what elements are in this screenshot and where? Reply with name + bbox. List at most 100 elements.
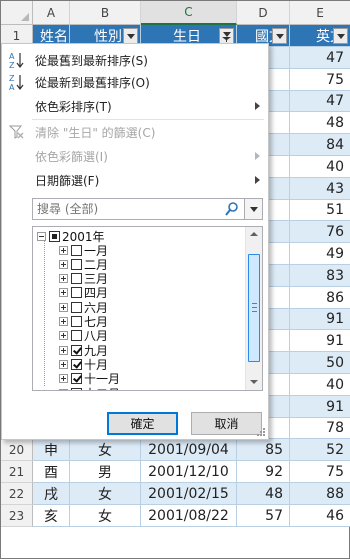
table-cell[interactable]: 申 bbox=[33, 439, 70, 461]
table-cell[interactable]: 50 bbox=[290, 352, 350, 374]
scroll-thumb[interactable] bbox=[248, 254, 260, 362]
expand-toggle-icon[interactable] bbox=[59, 245, 68, 255]
menu-sort-newest-to-oldest[interactable]: Z A 從最新到最舊排序(O) bbox=[2, 70, 268, 94]
expand-toggle-icon[interactable] bbox=[59, 259, 68, 269]
month-checkbox[interactable] bbox=[71, 358, 82, 370]
table-cell[interactable]: 92 bbox=[237, 461, 290, 483]
table-cell[interactable]: 75 bbox=[290, 69, 350, 91]
row-header[interactable]: 21 bbox=[1, 461, 33, 483]
month-checkbox[interactable] bbox=[71, 301, 82, 313]
table-cell[interactable]: 52 bbox=[290, 439, 350, 461]
expand-toggle-icon[interactable] bbox=[59, 274, 68, 284]
table-cell[interactable]: 2001/02/15 bbox=[141, 483, 237, 505]
month-checkbox[interactable] bbox=[71, 330, 82, 342]
table-cell[interactable]: 83 bbox=[290, 265, 350, 287]
table-cell[interactable]: 女 bbox=[70, 439, 141, 461]
tree-node-month[interactable]: 十二月 bbox=[59, 385, 120, 391]
column-header-b[interactable]: B bbox=[70, 1, 141, 25]
scroll-up-icon[interactable] bbox=[246, 227, 262, 243]
row-header[interactable]: 20 bbox=[1, 439, 33, 461]
tree-node-label: 十二月 bbox=[84, 385, 120, 391]
month-checkbox[interactable] bbox=[71, 387, 82, 390]
filter-dropdown-button[interactable] bbox=[272, 28, 287, 44]
month-checkbox[interactable] bbox=[71, 344, 82, 356]
month-checkbox[interactable] bbox=[71, 287, 82, 299]
resize-grip-icon[interactable] bbox=[257, 428, 265, 436]
table-cell[interactable]: 47 bbox=[290, 47, 350, 69]
select-all-corner[interactable] bbox=[1, 1, 33, 25]
table-cell[interactable]: 48 bbox=[290, 112, 350, 134]
expand-toggle-icon[interactable] bbox=[59, 302, 68, 312]
menu-sort-by-color[interactable]: 依色彩排序(T) bbox=[2, 94, 268, 118]
table-cell[interactable]: 91 bbox=[290, 396, 350, 418]
table-cell[interactable]: 75 bbox=[290, 461, 350, 483]
table-cell[interactable]: 51 bbox=[290, 200, 350, 221]
expand-toggle-icon[interactable] bbox=[59, 359, 68, 369]
expand-toggle-icon[interactable] bbox=[59, 317, 68, 326]
funnel-icon bbox=[222, 37, 231, 42]
table-cell[interactable]: 2001/12/10 bbox=[141, 461, 237, 483]
search-icon[interactable] bbox=[224, 201, 240, 217]
expand-toggle-icon[interactable] bbox=[59, 331, 68, 341]
column-header-c[interactable]: C bbox=[141, 1, 237, 25]
month-checkbox[interactable] bbox=[71, 316, 82, 327]
table-cell[interactable]: 86 bbox=[290, 287, 350, 309]
menu-filter-by-color[interactable]: 依色彩篩選(I) bbox=[2, 144, 268, 168]
table-cell[interactable]: 48 bbox=[237, 483, 290, 505]
ok-button[interactable]: 確定 bbox=[107, 412, 178, 435]
search-dropdown-button[interactable] bbox=[244, 199, 262, 219]
month-checkbox[interactable] bbox=[71, 273, 82, 285]
table-cell[interactable]: 女 bbox=[70, 505, 141, 527]
expand-toggle-icon[interactable] bbox=[59, 288, 68, 298]
menu-item-label: 從最舊到最新排序(S) bbox=[35, 53, 148, 68]
menu-item-label: 日期篩選(F) bbox=[35, 173, 100, 188]
column-header-a[interactable]: A bbox=[33, 1, 70, 25]
search-input[interactable] bbox=[33, 200, 229, 218]
table-cell[interactable]: 91 bbox=[290, 330, 350, 352]
month-checkbox[interactable] bbox=[71, 373, 82, 385]
table-cell[interactable]: 女 bbox=[70, 483, 141, 505]
filter-dropdown-button[interactable] bbox=[123, 28, 138, 44]
header-cell-english[interactable]: 英文 bbox=[290, 25, 350, 47]
scroll-down-icon[interactable] bbox=[246, 374, 262, 390]
table-cell[interactable]: 91 bbox=[290, 309, 350, 330]
row-header[interactable]: 22 bbox=[1, 483, 33, 505]
cancel-button[interactable]: 取消 bbox=[191, 412, 262, 435]
tree-scrollbar[interactable] bbox=[245, 227, 262, 390]
month-checkbox[interactable] bbox=[71, 258, 82, 270]
year-checkbox[interactable] bbox=[49, 230, 60, 242]
table-cell[interactable]: 亥 bbox=[33, 505, 70, 527]
row-header[interactable]: 23 bbox=[1, 505, 33, 527]
expand-toggle-icon[interactable] bbox=[59, 374, 68, 384]
table-cell[interactable]: 2001/09/04 bbox=[141, 439, 237, 461]
table-cell[interactable]: 2001/08/22 bbox=[141, 505, 237, 527]
table-cell[interactable]: 49 bbox=[290, 243, 350, 265]
filter-dropdown-button[interactable] bbox=[219, 28, 234, 44]
table-cell[interactable]: 47 bbox=[290, 91, 350, 112]
filter-search-box bbox=[32, 198, 263, 220]
filter-dropdown-button[interactable] bbox=[333, 28, 348, 44]
table-cell[interactable]: 酉 bbox=[33, 461, 70, 483]
table-cell[interactable]: 76 bbox=[290, 221, 350, 243]
expand-toggle-icon[interactable] bbox=[59, 388, 68, 390]
collapse-toggle-icon[interactable] bbox=[37, 231, 46, 241]
table-cell[interactable]: 78 bbox=[290, 418, 350, 439]
month-checkbox[interactable] bbox=[71, 244, 82, 256]
table-cell[interactable]: 男 bbox=[70, 461, 141, 483]
column-header-e[interactable]: E bbox=[290, 1, 350, 25]
submenu-arrow-icon bbox=[255, 176, 260, 184]
menu-sort-oldest-to-newest[interactable]: A Z 從最舊到最新排序(S) bbox=[2, 48, 268, 72]
table-cell[interactable]: 84 bbox=[290, 134, 350, 156]
expand-toggle-icon[interactable] bbox=[59, 345, 68, 355]
table-cell[interactable]: 46 bbox=[290, 505, 350, 527]
table-cell[interactable]: 40 bbox=[290, 374, 350, 396]
table-cell[interactable]: 40 bbox=[290, 156, 350, 178]
menu-date-filters[interactable]: 日期篩選(F) bbox=[2, 168, 268, 192]
column-header-d[interactable]: D bbox=[237, 1, 290, 25]
table-cell[interactable]: 戌 bbox=[33, 483, 70, 505]
table-cell[interactable]: 57 bbox=[237, 505, 290, 527]
table-cell[interactable]: 43 bbox=[290, 178, 350, 200]
table-cell[interactable]: 85 bbox=[237, 439, 290, 461]
table-cell[interactable]: 88 bbox=[290, 483, 350, 505]
menu-clear-filter[interactable]: 清除 "生日" 的篩選(C) bbox=[2, 120, 268, 144]
